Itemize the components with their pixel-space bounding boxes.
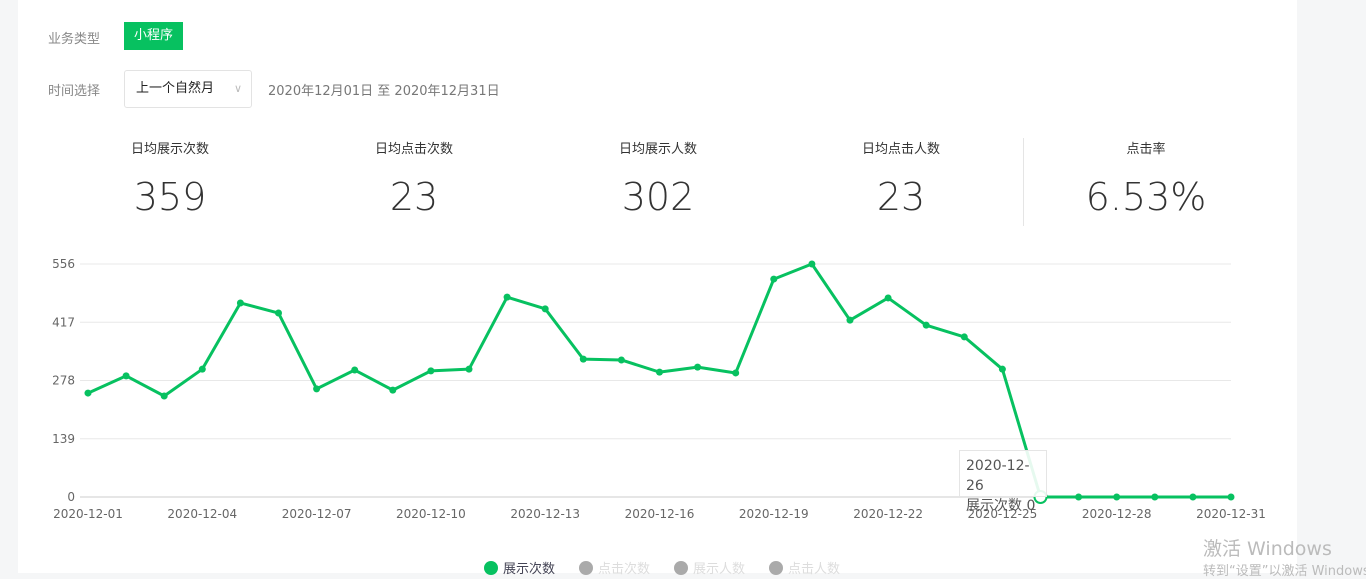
chart-tooltip: 2020-12-26 展示次数 0	[959, 450, 1047, 514]
data-point	[1151, 493, 1159, 501]
legend-item-viewers[interactable]: 展示人数	[674, 558, 745, 577]
x-tick-label: 2020-12-16	[625, 507, 695, 521]
x-tick-label: 2020-12-28	[1082, 507, 1152, 521]
data-point	[503, 293, 511, 301]
data-point	[313, 385, 321, 393]
legend-label: 展示次数	[503, 562, 556, 577]
chart-legend: 展示次数 点击次数 展示人数 点击人数	[484, 558, 840, 577]
x-tick-label: 2020-12-22	[853, 507, 923, 521]
data-point	[1227, 493, 1235, 501]
tooltip-date: 2020-12-26	[966, 458, 1030, 494]
data-point	[579, 355, 587, 363]
data-point	[427, 367, 435, 375]
legend-dot-icon	[484, 560, 498, 575]
data-point	[770, 275, 778, 283]
data-point	[846, 316, 854, 324]
data-point	[1075, 493, 1083, 501]
data-point	[541, 305, 549, 313]
data-point	[1189, 493, 1197, 501]
data-point	[236, 299, 244, 307]
y-tick-label: 278	[52, 374, 75, 388]
legend-label: 点击次数	[598, 562, 651, 577]
windows-watermark: 激活 Windows	[1203, 538, 1332, 560]
data-point	[465, 365, 473, 373]
data-point	[122, 372, 130, 380]
x-tick-label: 2020-12-07	[282, 507, 352, 521]
data-point	[960, 333, 968, 341]
line-chart: 0 139 278 417 556 2020-12-01 2020-12-04 2020-12…	[52, 257, 1266, 521]
data-point	[998, 365, 1006, 373]
data-point	[694, 363, 702, 371]
data-point	[808, 260, 816, 268]
legend-label: 展示人数	[693, 562, 746, 577]
x-tick-label: 2020-12-01	[53, 507, 123, 521]
data-point	[1113, 493, 1121, 501]
x-tick-label: 2020-12-10	[396, 507, 466, 521]
x-tick-label: 2020-12-19	[739, 507, 809, 521]
windows-watermark-sub: 转到“设置”以激活 Windows。	[1203, 564, 1366, 579]
legend-dot-icon	[579, 560, 594, 575]
data-point	[198, 365, 206, 373]
data-point	[84, 389, 92, 397]
data-point	[922, 321, 930, 329]
data-point	[617, 356, 625, 364]
x-tick-label: 2020-12-31	[1196, 507, 1266, 521]
legend-item-clicks[interactable]: 点击次数	[579, 558, 650, 577]
legend-dot-icon	[674, 560, 689, 575]
legend-item-clickers[interactable]: 点击人数	[769, 558, 840, 577]
legend-item-impressions[interactable]: 展示次数	[484, 558, 555, 577]
y-tick-label: 139	[52, 432, 75, 446]
data-point	[160, 392, 168, 400]
tooltip-value: 展示次数 0	[966, 498, 1036, 514]
data-point	[389, 386, 397, 394]
data-point	[351, 366, 359, 374]
data-point	[656, 368, 663, 376]
y-tick-label: 0	[67, 490, 75, 504]
data-point	[884, 294, 892, 302]
data-point	[732, 369, 740, 377]
x-tick-label: 2020-12-04	[167, 507, 237, 521]
legend-dot-icon	[769, 560, 784, 575]
y-tick-label: 417	[52, 315, 75, 329]
x-tick-label: 2020-12-13	[510, 507, 580, 521]
y-tick-label: 556	[52, 257, 75, 271]
data-point	[275, 309, 282, 317]
legend-label: 点击人数	[788, 562, 841, 577]
